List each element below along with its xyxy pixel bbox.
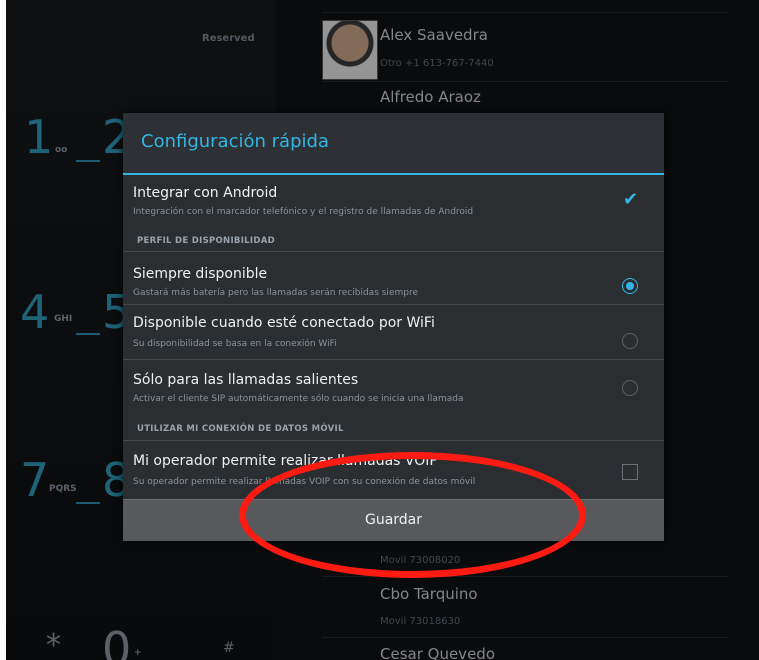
dialog-title: Configuración rápida: [141, 131, 329, 152]
setting-always-available[interactable]: Siempre disponible Gastará más batería p…: [123, 252, 664, 304]
radio-unselected-icon[interactable]: [622, 333, 638, 349]
section-header-availability: PERFIL DE DISPONIBILIDAD: [137, 236, 275, 246]
setting-title: Disponible cuando esté conectado por WiF…: [133, 315, 435, 331]
setting-integrate-android[interactable]: Integrar con Android Integración con el …: [123, 175, 664, 227]
setting-description: Su disponibilidad se basa en la conexión…: [133, 339, 337, 349]
phone-screen: Reserved 1 oo 2 4 GHI 5 7 PQRS 8 * 0 + #…: [6, 0, 759, 660]
setting-title: Siempre disponible: [133, 266, 268, 282]
checkbox-unchecked-icon[interactable]: [622, 464, 638, 480]
checkbox-checked-icon[interactable]: ✔: [623, 191, 638, 209]
setting-title: Integrar con Android: [133, 185, 278, 201]
setting-outgoing-only[interactable]: Sólo para las llamadas salientes Activar…: [123, 360, 664, 412]
setting-description: Integración con el marcador telefónico y…: [133, 207, 474, 217]
radio-unselected-icon[interactable]: [622, 380, 638, 396]
setting-description: Gastará más batería pero las llamadas se…: [133, 288, 418, 298]
highlight-ellipse: [239, 452, 586, 578]
setting-description: Activar el cliente SIP automáticamente s…: [133, 394, 464, 404]
radio-selected-icon[interactable]: [622, 278, 638, 294]
section-header-mobile-data: UTILIZAR MI CONEXIÓN DE DATOS MÓVIL: [137, 424, 344, 434]
setting-wifi-available[interactable]: Disponible cuando esté conectado por WiF…: [123, 305, 664, 359]
setting-title: Sólo para las llamadas salientes: [133, 372, 359, 388]
dialog-header: Configuración rápida: [123, 113, 664, 173]
